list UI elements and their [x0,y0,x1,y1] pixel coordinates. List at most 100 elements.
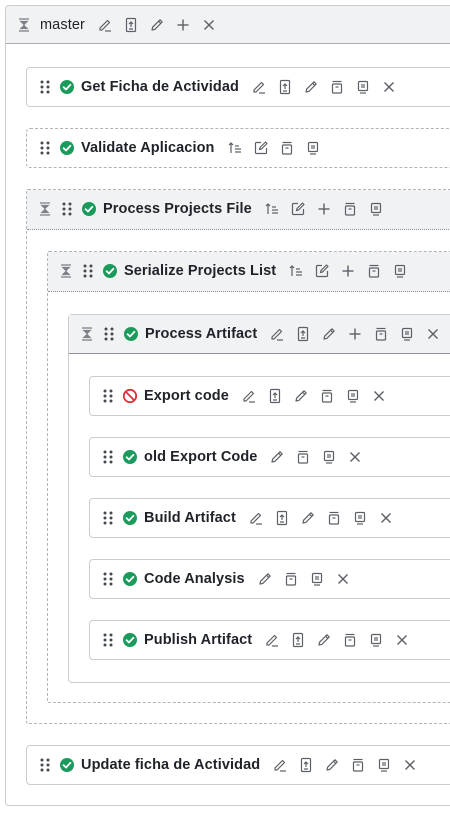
step-title: Validate Aplicacion [81,140,215,156]
step-title: old Export Code [144,449,258,465]
edit-icon[interactable] [269,326,285,342]
pencil-icon[interactable] [269,449,285,465]
drag-handle-icon[interactable] [100,388,116,404]
step-title: Build Artifact [144,510,236,526]
close-icon[interactable] [394,632,410,648]
edit-icon[interactable] [241,388,257,404]
close-icon[interactable] [201,17,217,33]
drag-handle-icon[interactable] [100,632,116,648]
pencil-icon[interactable] [321,326,337,342]
document-icon[interactable] [298,757,314,773]
archive-icon[interactable] [342,201,358,217]
copy-icon[interactable] [368,632,384,648]
archive-icon[interactable] [342,632,358,648]
step-title: Code Analysis [144,571,245,587]
document-icon[interactable] [277,79,293,95]
process-artifact-row: Process Artifact [79,326,441,342]
document-icon[interactable] [267,388,283,404]
close-icon[interactable] [347,449,363,465]
step-row-export-code: Export code [100,388,387,404]
archive-icon[interactable] [366,263,382,279]
plus-icon[interactable] [347,326,363,342]
success-icon [122,571,138,587]
drag-handle-icon[interactable] [80,263,96,279]
close-icon[interactable] [378,510,394,526]
document-icon[interactable] [123,17,139,33]
pencil-icon[interactable] [293,388,309,404]
copy-icon[interactable] [376,757,392,773]
master-header-row: master [16,17,217,33]
pencil-icon[interactable] [303,79,319,95]
archive-icon[interactable] [329,79,345,95]
step-title: Serialize Projects List [124,263,277,279]
collapse-icon[interactable] [37,201,53,217]
document-icon[interactable] [290,632,306,648]
archive-icon[interactable] [283,571,299,587]
step-title: Update ficha de Actividad [81,757,261,773]
edit-icon[interactable] [264,632,280,648]
copy-icon[interactable] [321,449,337,465]
copy-icon[interactable] [345,388,361,404]
archive-icon[interactable] [295,449,311,465]
collapse-icon[interactable] [58,263,74,279]
drag-handle-icon[interactable] [101,326,117,342]
drag-handle-icon[interactable] [37,79,53,95]
drag-handle-icon[interactable] [100,571,116,587]
close-icon[interactable] [335,571,351,587]
document-icon[interactable] [295,326,311,342]
plus-icon[interactable] [340,263,356,279]
pencil-icon[interactable] [316,632,332,648]
success-icon [122,632,138,648]
success-icon [102,263,118,279]
success-icon [59,140,75,156]
close-icon[interactable] [381,79,397,95]
success-icon [123,326,139,342]
pencil-icon[interactable] [149,17,165,33]
drag-handle-icon[interactable] [37,757,53,773]
edit-icon[interactable] [272,757,288,773]
archive-icon[interactable] [373,326,389,342]
drag-handle-icon[interactable] [59,201,75,217]
drag-handle-icon[interactable] [100,449,116,465]
pencil-icon[interactable] [300,510,316,526]
pencil-icon[interactable] [324,757,340,773]
edit-icon[interactable] [97,17,113,33]
sort-icon[interactable] [227,140,243,156]
copy-icon[interactable] [399,326,415,342]
archive-icon[interactable] [319,388,335,404]
success-icon [122,510,138,526]
success-icon [59,79,75,95]
copy-icon[interactable] [368,201,384,217]
edit-icon[interactable] [251,79,267,95]
copy-icon[interactable] [305,140,321,156]
edit-icon[interactable] [248,510,264,526]
sort-icon[interactable] [264,201,280,217]
edit-box-icon[interactable] [314,263,330,279]
copy-icon[interactable] [352,510,368,526]
plus-icon[interactable] [316,201,332,217]
archive-icon[interactable] [326,510,342,526]
edit-box-icon[interactable] [290,201,306,217]
close-icon[interactable] [371,388,387,404]
plus-icon[interactable] [175,17,191,33]
drag-handle-icon[interactable] [37,140,53,156]
master-title: master [40,17,85,33]
copy-icon[interactable] [392,263,408,279]
close-icon[interactable] [402,757,418,773]
archive-icon[interactable] [350,757,366,773]
step-title: Get Ficha de Actividad [81,79,239,95]
copy-icon[interactable] [355,79,371,95]
copy-icon[interactable] [309,571,325,587]
edit-box-icon[interactable] [253,140,269,156]
archive-icon[interactable] [279,140,295,156]
sort-icon[interactable] [288,263,304,279]
close-icon[interactable] [425,326,441,342]
step-title: Process Artifact [145,326,258,342]
collapse-icon[interactable] [79,326,95,342]
document-icon[interactable] [274,510,290,526]
collapse-icon[interactable] [16,17,32,33]
drag-handle-icon[interactable] [100,510,116,526]
step-title: Publish Artifact [144,632,253,648]
step-row-validate: Validate Aplicacion [37,140,321,156]
pencil-icon[interactable] [257,571,273,587]
